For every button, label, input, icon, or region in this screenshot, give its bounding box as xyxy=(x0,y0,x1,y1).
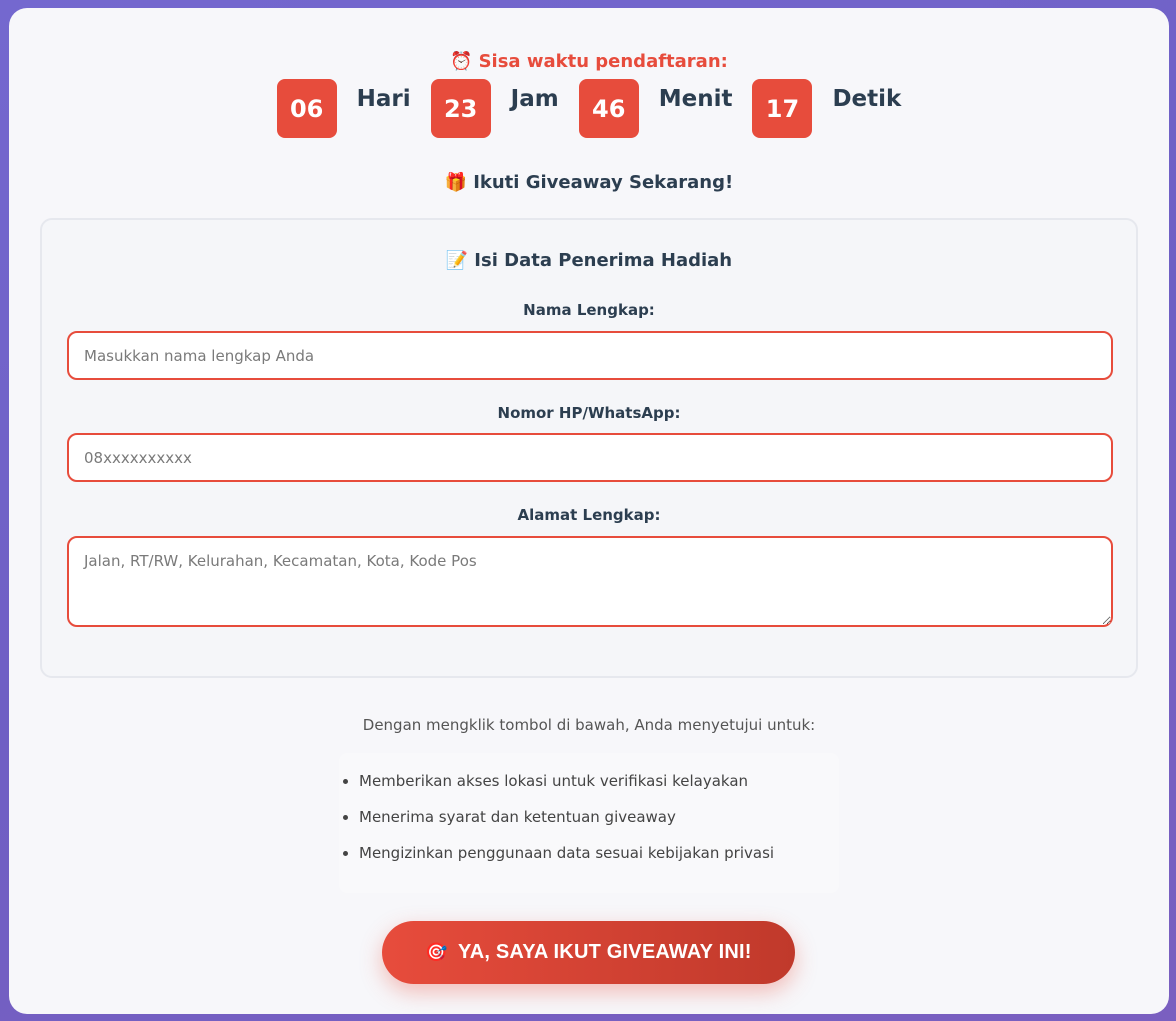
countdown-hours-value: 23 xyxy=(430,79,491,138)
agreement-list: Memberikan akses lokasi untuk verifikasi… xyxy=(339,753,839,893)
countdown-minutes-value: 46 xyxy=(578,79,639,138)
form-title: 📝 Isi Data Penerima Hadiah xyxy=(42,250,1136,271)
main-card: ⏰ Sisa waktu pendaftaran: 06 Hari 23 Jam … xyxy=(9,8,1169,1014)
list-item: Mengizinkan penggunaan data sesuai kebij… xyxy=(359,843,839,863)
alarm-clock-icon: ⏰ xyxy=(450,51,473,72)
recipient-form: 📝 Isi Data Penerima Hadiah Nama Lengkap: … xyxy=(40,218,1138,678)
countdown-days-value: 06 xyxy=(276,79,337,138)
phone-input[interactable] xyxy=(67,433,1113,482)
countdown-title-text: Sisa waktu pendaftaran: xyxy=(478,51,728,72)
countdown: 06 Hari 23 Jam 46 Menit 17 Detik xyxy=(9,79,1169,138)
join-giveaway-button[interactable]: 🎯 YA, SAYA IKUT GIVEAWAY INI! xyxy=(382,921,795,984)
join-giveaway-button-label: YA, SAYA IKUT GIVEAWAY INI! xyxy=(457,941,752,963)
gift-icon: 🎁 xyxy=(444,172,468,193)
address-textarea[interactable] xyxy=(67,536,1113,627)
memo-icon: 📝 xyxy=(445,250,469,271)
join-title-text: Ikuti Giveaway Sekarang! xyxy=(473,172,734,193)
countdown-title: ⏰ Sisa waktu pendaftaran: xyxy=(9,51,1169,72)
list-item: Memberikan akses lokasi untuk verifikasi… xyxy=(359,771,839,791)
address-label: Alamat Lengkap: xyxy=(517,506,661,524)
agreement-intro: Dengan mengklik tombol di bawah, Anda me… xyxy=(362,716,816,734)
target-icon: 🎯 xyxy=(425,942,448,962)
countdown-minutes-label: Menit xyxy=(658,86,733,112)
name-input[interactable] xyxy=(67,331,1113,380)
countdown-seconds-label: Detik xyxy=(832,86,902,112)
phone-label: Nomor HP/WhatsApp: xyxy=(497,404,681,422)
list-item: Menerima syarat dan ketentuan giveaway xyxy=(359,807,839,827)
countdown-hours-label: Jam xyxy=(510,86,559,112)
countdown-seconds-value: 17 xyxy=(752,79,813,138)
form-title-text: Isi Data Penerima Hadiah xyxy=(474,250,733,271)
name-label: Nama Lengkap: xyxy=(523,301,655,319)
countdown-days-label: Hari xyxy=(356,86,411,112)
join-title: 🎁 Ikuti Giveaway Sekarang! xyxy=(9,172,1169,193)
